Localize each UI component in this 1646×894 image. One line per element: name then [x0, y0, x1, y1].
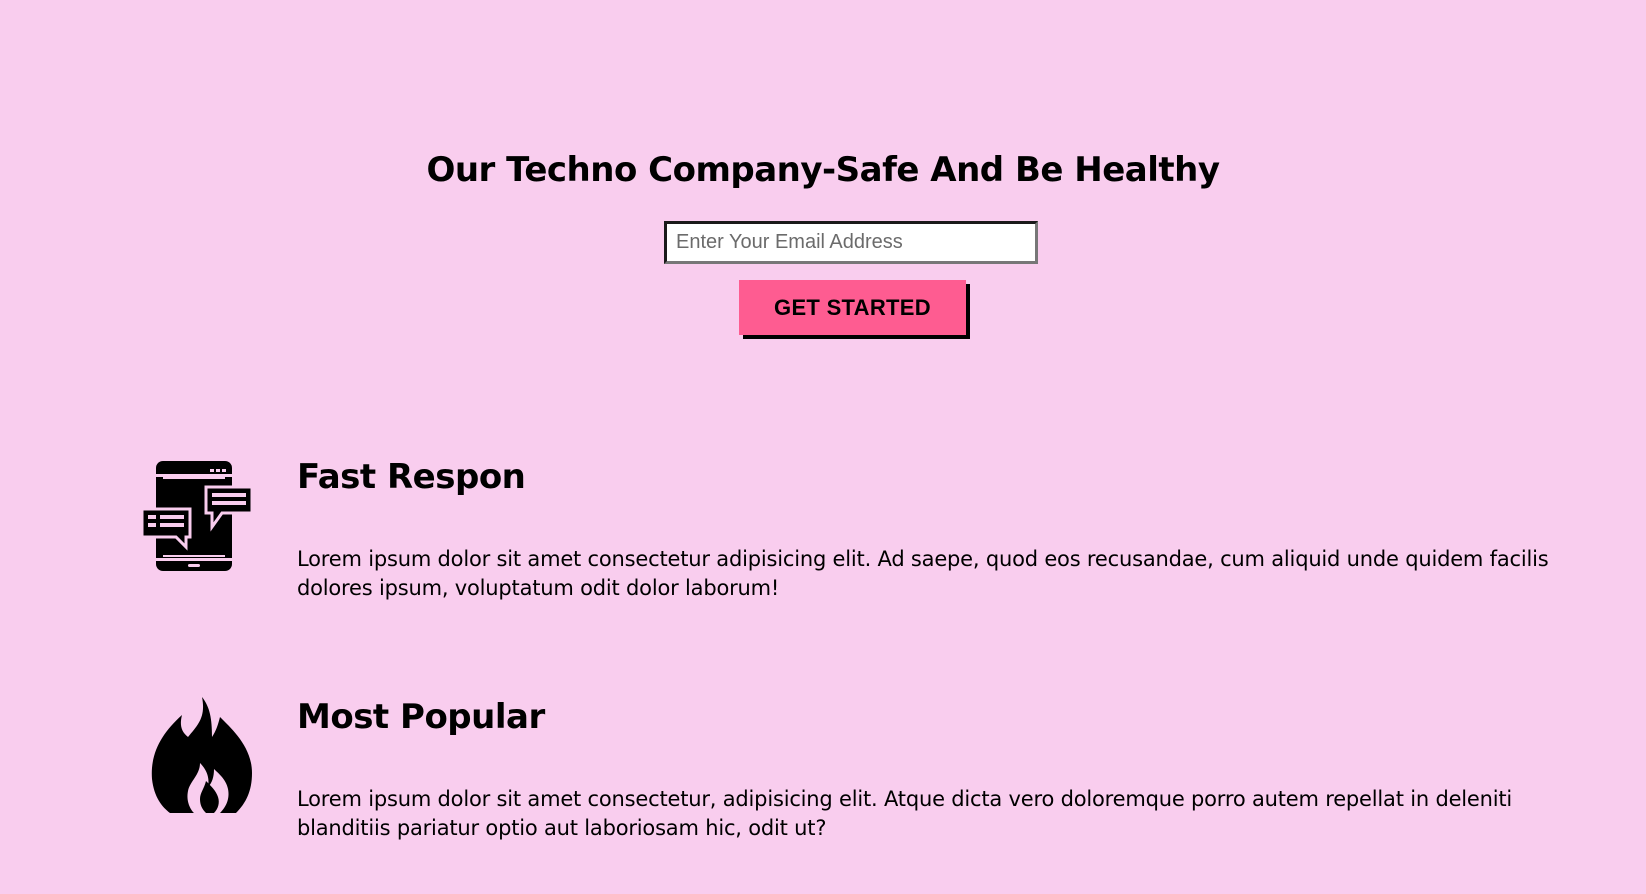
feature-text: Lorem ipsum dolor sit amet consectetur a… [297, 547, 1549, 600]
mobile-chat-icon [140, 461, 254, 571]
fire-icon [151, 697, 252, 813]
feature-title: Most Popular [297, 697, 545, 737]
email-input[interactable] [664, 221, 1038, 264]
feature-title: Fast Respon [297, 457, 526, 497]
page-title: Our Techno Company-Safe And Be Healthy [426, 150, 1220, 190]
hero-section: Our Techno Company-Safe And Be Healthy G… [0, 0, 1646, 400]
feature-text: Lorem ipsum dolor sit amet consectetur, … [297, 787, 1513, 840]
get-started-button[interactable]: GET STARTED [739, 280, 966, 335]
